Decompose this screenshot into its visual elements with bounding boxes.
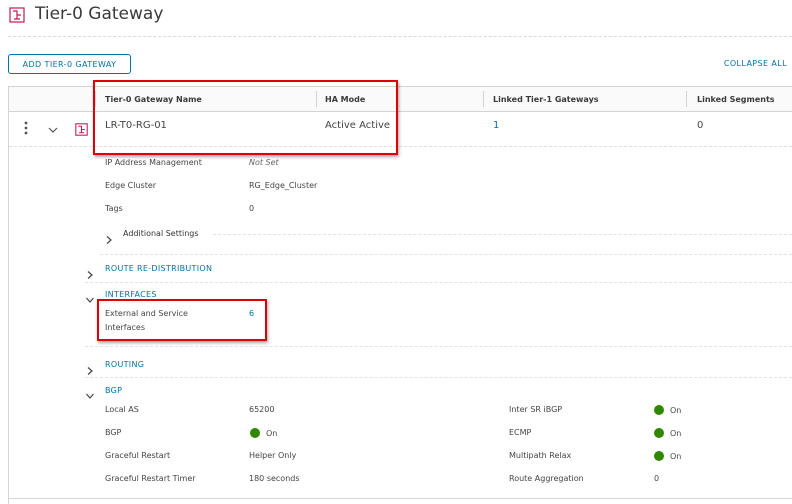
status-dot-icon [250, 428, 260, 438]
section-route-redistribution[interactable]: ROUTE RE-DISTRIBUTION [105, 264, 212, 273]
tier0-gateway-icon [9, 7, 25, 23]
status-dot-icon [654, 405, 664, 415]
edge-cluster-label: Edge Cluster [105, 181, 157, 190]
gr-timer-label: Graceful Restart Timer [105, 474, 196, 483]
section-routing[interactable]: ROUTING [105, 360, 144, 369]
linked-t1-count-link[interactable]: 1 [493, 120, 499, 131]
ecmp-label: ECMP [509, 428, 532, 437]
graceful-restart-value: Helper Only [249, 451, 297, 460]
inter-sr-ibgp-label: Inter SR iBGP [509, 405, 563, 414]
section-interfaces[interactable]: INTERFACES [105, 290, 157, 299]
section-divider [213, 234, 792, 235]
route-aggregation-value[interactable]: 0 [654, 474, 659, 483]
linked-segments-count: 0 [697, 120, 704, 131]
status-dot-icon [654, 451, 664, 461]
additional-settings-toggle[interactable]: Additional Settings [123, 229, 199, 238]
row-expand-chevron-icon[interactable] [47, 121, 59, 133]
section-divider [100, 254, 792, 255]
ipam-value: Not Set [249, 158, 279, 167]
chevron-down-icon[interactable] [85, 386, 95, 399]
tags-label: Tags [105, 204, 123, 213]
add-tier0-gateway-button[interactable]: ADD TIER-0 GATEWAY [8, 54, 131, 74]
bgp-label: BGP [105, 428, 122, 437]
gr-timer-value: 180 seconds [249, 474, 300, 483]
chevron-right-icon[interactable] [85, 265, 95, 279]
multipath-relax-value: On [670, 452, 682, 461]
highlight-box-name-ha [93, 80, 398, 155]
section-divider [85, 346, 792, 347]
column-header-linked-t1[interactable]: Linked Tier-1 Gateways [493, 87, 599, 112]
column-separator [483, 91, 484, 107]
section-divider [85, 282, 792, 283]
ipam-label: IP Address Management [105, 158, 202, 167]
title-divider [8, 36, 792, 37]
datagrid-bottom-border [8, 498, 792, 499]
column-separator [686, 91, 687, 107]
gateway-icon [75, 121, 88, 136]
section-bgp[interactable]: BGP [105, 386, 122, 395]
column-header-linked-segments[interactable]: Linked Segments [697, 87, 775, 112]
chevron-down-icon[interactable] [85, 290, 95, 303]
edge-cluster-value: RG_Edge_Cluster [249, 181, 318, 190]
tags-value[interactable]: 0 [249, 204, 254, 213]
ecmp-value: On [670, 429, 682, 438]
local-as-value: 65200 [249, 405, 275, 414]
chevron-right-icon[interactable] [104, 230, 114, 244]
graceful-restart-label: Graceful Restart [105, 451, 171, 460]
bgp-value: On [266, 429, 278, 438]
page-title: Tier-0 Gateway [35, 4, 164, 24]
route-aggregation-label: Route Aggregation [509, 474, 584, 483]
local-as-label: Local AS [105, 405, 139, 414]
multipath-relax-label: Multipath Relax [509, 451, 572, 460]
kebab-menu-icon[interactable] [21, 120, 31, 136]
inter-sr-ibgp-value: On [670, 406, 682, 415]
collapse-all-link[interactable]: COLLAPSE ALL [724, 59, 787, 68]
chevron-right-icon[interactable] [85, 361, 95, 375]
status-dot-icon [654, 428, 664, 438]
highlight-box-interfaces [97, 299, 267, 341]
section-divider [85, 377, 792, 378]
